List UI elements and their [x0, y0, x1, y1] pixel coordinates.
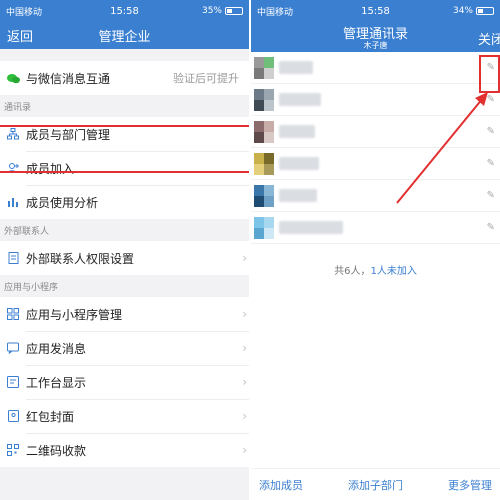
external-contact-permission-item[interactable]: 外部联系人权限设置 ›: [0, 241, 249, 275]
right-screen-manage-contacts: 中国移动 15:58 34% 管理通讯录 木子唐 关闭 ✎ ✎ ✎ ✎ ✎ ✎ …: [251, 0, 500, 500]
highlight-line-bottom: [0, 171, 249, 173]
section-contacts: 通讯录: [4, 103, 32, 113]
red-envelope-cover-label: 红包封面: [26, 409, 75, 424]
bar-chart-icon: [0, 196, 26, 208]
external-contact-permission-label: 外部联系人权限设置: [26, 251, 135, 266]
back-button[interactable]: 返回: [0, 26, 33, 45]
chevron-right-icon: ›: [242, 251, 247, 265]
pointer-arrow: [396, 92, 488, 204]
member-usage-analysis-label: 成员使用分析: [26, 195, 99, 210]
app-management-label: 应用与小程序管理: [26, 307, 123, 322]
app-management-item[interactable]: 应用与小程序管理 ›: [0, 297, 249, 331]
clock: 15:58: [110, 5, 139, 17]
workbench-display-item[interactable]: 工作台显示 ›: [0, 365, 249, 399]
doc-icon: [0, 252, 26, 264]
chevron-right-icon: ›: [242, 341, 247, 355]
wechat-interop-hint: 验证后可提升: [173, 72, 239, 85]
chevron-right-icon: ›: [242, 375, 247, 389]
app-message-label: 应用发消息: [26, 341, 87, 356]
app-message-item[interactable]: 应用发消息 ›: [0, 331, 249, 365]
chevron-right-icon: ›: [242, 409, 247, 423]
red-envelope-icon: [0, 410, 26, 422]
workbench-icon: [0, 376, 26, 388]
red-envelope-cover-item[interactable]: 红包封面 ›: [0, 399, 249, 433]
chevron-right-icon: ›: [242, 443, 247, 457]
highlight-line-top: [0, 125, 249, 127]
workbench-display-label: 工作台显示: [26, 375, 87, 390]
nav-bar: 返回 管理企业: [0, 22, 249, 49]
wechat-interop-label: 与微信消息互通: [26, 71, 111, 86]
qr-payment-item[interactable]: 二维码收款 ›: [0, 433, 249, 467]
member-usage-analysis-item[interactable]: 成员使用分析: [0, 185, 249, 219]
battery-icon: [225, 7, 243, 15]
qr-icon: [0, 444, 26, 456]
member-dept-management-label: 成员与部门管理: [26, 127, 111, 142]
member-join-label: 成员加入: [26, 161, 75, 176]
member-join-item[interactable]: 成员加入: [0, 151, 249, 185]
chevron-right-icon: ›: [242, 307, 247, 321]
left-screen-manage-enterprise: 中国移动 15:58 35% 返回 管理企业 与微信消息互通 验证后可提升 通讯…: [0, 0, 249, 500]
org-chart-icon: [0, 128, 26, 140]
page-title: 管理企业: [98, 30, 151, 45]
section-external-contacts: 外部联系人: [4, 227, 50, 237]
qr-payment-label: 二维码收款: [26, 443, 87, 458]
member-dept-management-item[interactable]: 成员与部门管理: [0, 117, 249, 151]
wechat-interop-row[interactable]: 与微信消息互通 验证后可提升: [0, 61, 249, 95]
grid-icon: [0, 308, 26, 320]
wechat-icon: [0, 73, 26, 84]
message-icon: [0, 342, 26, 354]
status-bar: 中国移动 15:58 35%: [0, 0, 249, 22]
section-apps: 应用与小程序: [4, 283, 59, 293]
